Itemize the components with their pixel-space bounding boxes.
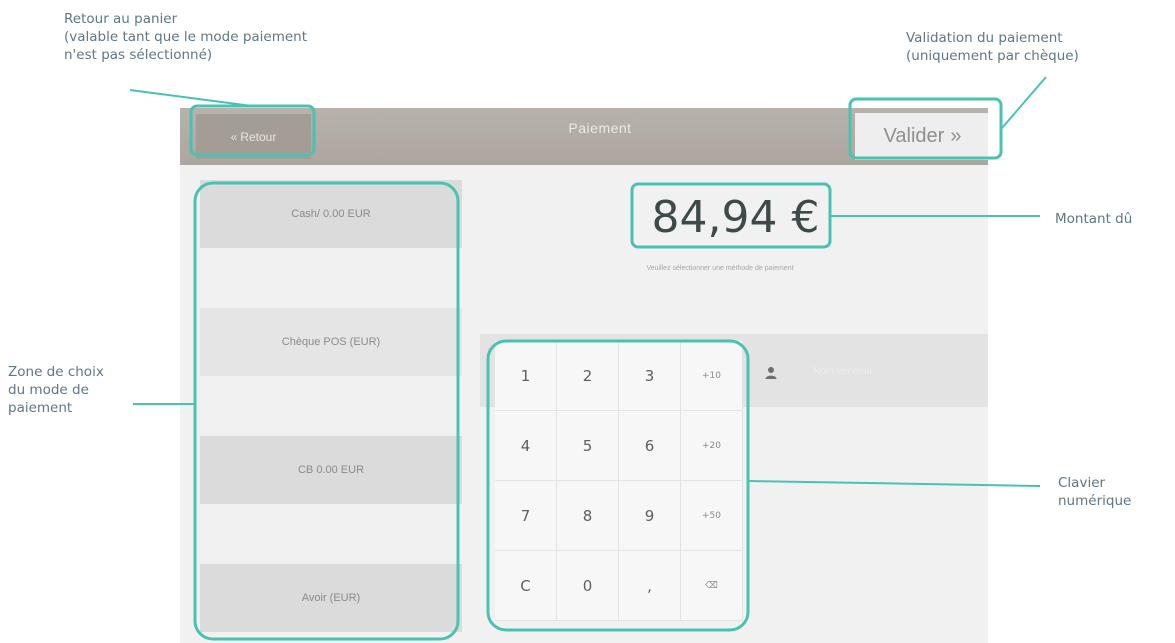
numeric-keypad: 1 2 3 +10 4 5 6 +20 7 8 9 +50 C 0 , ⌫ — [495, 341, 743, 621]
leader-validate — [1001, 76, 1047, 129]
payment-methods-list: Cash/ 0.00 EUR Chèque POS (EUR) CB 0.00 … — [200, 180, 462, 643]
cashier-name: Nom vendeur — [813, 366, 874, 377]
backspace-icon[interactable]: ⌫ — [681, 551, 743, 621]
key-5[interactable]: 5 — [557, 411, 619, 481]
key-plus-10[interactable]: +10 — [681, 341, 743, 411]
leader-back — [129, 89, 253, 107]
annotation-back: Retour au panier (valable tant que le mo… — [64, 11, 308, 63]
key-1[interactable]: 1 — [495, 341, 557, 411]
page-title: Paiement — [568, 120, 632, 136]
key-4[interactable]: 4 — [495, 411, 557, 481]
user-icon — [765, 367, 777, 379]
key-3[interactable]: 3 — [619, 341, 681, 411]
forward-chevron-icon: » — [950, 125, 962, 147]
payment-screen: « Retour Paiement Valider » Cash/ 0.00 E… — [180, 108, 988, 643]
key-plus-20[interactable]: +20 — [681, 411, 743, 481]
annotation-methods: Zone de choix du mode de paiement — [8, 364, 104, 416]
payment-method-cheque[interactable]: Chèque POS (EUR) — [200, 308, 462, 376]
key-9[interactable]: 9 — [619, 481, 681, 551]
amount-due: 84,94 € — [651, 192, 820, 243]
key-8[interactable]: 8 — [557, 481, 619, 551]
key-7[interactable]: 7 — [495, 481, 557, 551]
back-chevron-icon: « — [230, 129, 238, 144]
key-comma[interactable]: , — [619, 551, 681, 621]
payment-hint: Veuillez sélectionner une méthode de pai… — [646, 265, 794, 272]
key-6[interactable]: 6 — [619, 411, 681, 481]
payment-method-card[interactable]: CB 0.00 EUR — [200, 436, 462, 504]
key-2[interactable]: 2 — [557, 341, 619, 411]
key-0[interactable]: 0 — [557, 551, 619, 621]
key-clear[interactable]: C — [495, 551, 557, 621]
key-plus-50[interactable]: +50 — [681, 481, 743, 551]
top-bar: « Retour Paiement Valider » — [180, 108, 988, 165]
annotation-amount: Montant dû — [1055, 211, 1133, 227]
payment-method-credit[interactable]: Avoir (EUR) — [200, 564, 462, 632]
annotation-validate: Validation du paiement (uniquement par c… — [906, 30, 1079, 64]
payment-method-cash[interactable]: Cash/ 0.00 EUR — [200, 180, 462, 248]
annotation-keypad: Clavier numérique — [1058, 475, 1132, 509]
back-button[interactable]: « Retour — [196, 114, 311, 159]
validate-button[interactable]: Valider » — [855, 113, 988, 160]
